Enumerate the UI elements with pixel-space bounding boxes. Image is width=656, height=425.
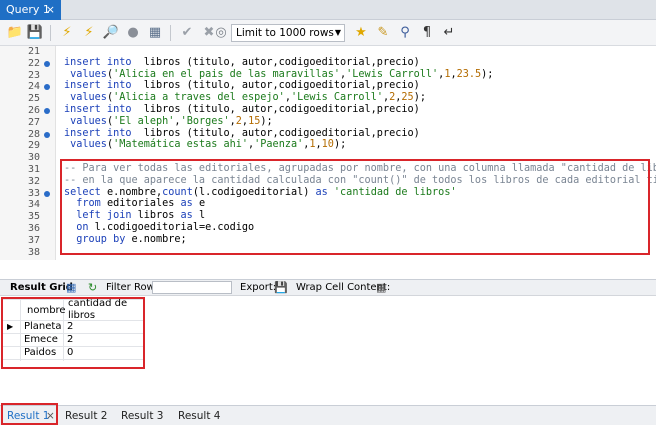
code-token: insert into (64, 56, 132, 68)
tab-query-1[interactable]: Query 1 × (0, 0, 61, 20)
toggle-icon[interactable]: ▦ (146, 24, 164, 42)
line-number: 30 (27, 152, 40, 164)
code-token: values (64, 92, 107, 104)
code-token: 10 (321, 139, 334, 151)
result-grid-tab[interactable]: Result Grid (10, 280, 73, 295)
line-number: 32 (27, 175, 40, 187)
folder-icon[interactable]: 📁 (6, 24, 24, 42)
statement-marker-icon (44, 190, 50, 197)
code-token: insert into (64, 80, 132, 92)
line-number: 35 (27, 211, 40, 223)
code-token: 'Lewis Carroll' (346, 68, 439, 80)
code-token: ); (260, 115, 273, 127)
grid-view-icon[interactable]: ▦ (66, 280, 76, 295)
tab-result-3[interactable]: Result 3 (121, 408, 163, 424)
query-tab-bar: Query 1 × (0, 0, 656, 20)
statement-marker-icon (44, 60, 50, 67)
tab-result-4[interactable]: Result 4 (178, 408, 220, 424)
code-token: ); (481, 68, 494, 80)
code-token: 'Paenza' (254, 139, 304, 151)
save-icon[interactable]: 💾 (26, 24, 44, 42)
line-number: 33 (27, 187, 40, 199)
code-token: libros (titulo, autor,codigoeditorial,pr… (131, 127, 420, 139)
stop-icon[interactable]: ● (124, 24, 142, 42)
code-line[interactable]: values('Matemática estas ahi','Paenza',1… (64, 139, 346, 151)
code-token: insert into (64, 104, 132, 115)
code-token: values (64, 68, 107, 80)
code-token: 'Lewis Carroll' (290, 92, 383, 104)
search-icon[interactable]: ⚲ (396, 24, 414, 42)
close-icon[interactable]: × (46, 0, 55, 20)
code-token: 'Borges' (180, 115, 230, 127)
code-token: 'El aleph' (113, 115, 175, 127)
line-number: 28 (27, 128, 40, 140)
commit-icon[interactable]: ✔ (178, 24, 196, 42)
code-token: libros (titulo, autor,codigoeditorial,pr… (131, 104, 420, 115)
code-token: libros (titulo, autor,codigoeditorial,pr… (131, 56, 420, 68)
workbench-window: Query 1 × 📁 💾 ⚡ ⚡ 🔎 ● ▦ ✔ ✖ ◎ Limit to 1… (0, 0, 656, 425)
refresh-icon[interactable]: ↻ (88, 280, 97, 295)
chevron-down-icon: ▼ (334, 28, 341, 37)
code-line[interactable]: insert into libros (titulo, autor,codigo… (64, 80, 420, 92)
tab-query-1-label: Query 1 (6, 3, 50, 16)
pilcrow-icon[interactable]: ¶ (418, 24, 436, 42)
broom-icon[interactable]: ✎ (374, 24, 392, 42)
line-number: 36 (27, 223, 40, 234)
lightning-cursor-icon[interactable]: ⚡ (80, 24, 98, 42)
sql-editor[interactable]: 21 22 insert into libros (titulo, autor,co… (0, 46, 656, 260)
code-line[interactable]: values('El aleph','Borges',2,15); (64, 116, 273, 128)
code-token: values (64, 139, 107, 151)
line-number: 21 (27, 46, 40, 57)
code-line[interactable]: insert into libros (titulo, autor,codigo… (64, 57, 420, 69)
code-token: ); (413, 92, 426, 104)
code-token: 'Alicia a traves del espejo' (113, 92, 285, 104)
code-line[interactable]: values('Alicia a traves del espejo','Lew… (64, 92, 426, 104)
statement-marker-icon (44, 108, 50, 114)
line-number: 37 (27, 234, 40, 246)
wrap-cell-icon[interactable]: ▦ (376, 280, 386, 295)
autocommit-icon[interactable]: ◎ (212, 24, 230, 42)
code-token: values (64, 115, 107, 127)
line-number: 27 (27, 116, 40, 128)
limit-rows-select[interactable]: Limit to 1000 rows ▼ (231, 24, 345, 42)
code-line[interactable]: insert into libros (titulo, autor,codigo… (64, 128, 420, 140)
filter-rows-input[interactable] (152, 281, 232, 294)
code-token: 15 (248, 115, 261, 127)
code-token: insert into (64, 127, 132, 139)
line-number: 26 (27, 105, 40, 116)
line-number: 29 (27, 140, 40, 152)
line-number: 23 (27, 69, 40, 81)
line-number: 34 (27, 199, 40, 211)
highlight-box-results (1, 297, 145, 369)
toolbar-divider (170, 25, 171, 41)
highlight-box-query (60, 159, 650, 255)
result-tabs: Result 1 × Result 2 Result 3 Result 4 (0, 405, 656, 425)
line-number: 22 (27, 57, 40, 69)
wrap-icon[interactable]: ↵ (440, 24, 458, 42)
line-number: 31 (27, 164, 40, 175)
code-line[interactable]: insert into libros (titulo, autor,codigo… (64, 104, 420, 116)
code-token: libros (titulo, autor,codigoeditorial,pr… (131, 80, 420, 92)
code-line[interactable]: values('Alicia en el pais de las maravil… (64, 69, 493, 81)
code-token: 25 (401, 92, 414, 104)
code-token: 23.5 (456, 68, 482, 80)
star-icon[interactable]: ★ (352, 24, 370, 42)
limit-rows-label: Limit to 1000 rows (236, 27, 334, 39)
export-label: Export: (240, 282, 277, 293)
sql-toolbar: 📁 💾 ⚡ ⚡ 🔎 ● ▦ ✔ ✖ ◎ Limit to 1000 rows ▼… (0, 20, 656, 46)
line-number: 24 (27, 81, 40, 93)
code-token: 'Alicia en el pais de las maravillas' (113, 68, 341, 80)
lightning-icon[interactable]: ⚡ (58, 24, 76, 42)
line-number: 38 (27, 246, 40, 258)
explain-icon[interactable]: 🔎 (102, 24, 120, 42)
toolbar-divider (50, 25, 51, 41)
highlight-box-result-tab (1, 403, 58, 425)
statement-marker-icon (44, 131, 50, 138)
result-toolbar: Result Grid ▦ ↻ Filter Rows: Export: 💾 W… (0, 279, 656, 296)
code-token: ); (333, 139, 347, 151)
tab-result-2[interactable]: Result 2 (65, 408, 107, 424)
line-number: 25 (27, 93, 40, 105)
code-token: 'Matemática estas ahi' (113, 139, 249, 151)
export-icon[interactable]: 💾 (274, 280, 288, 295)
